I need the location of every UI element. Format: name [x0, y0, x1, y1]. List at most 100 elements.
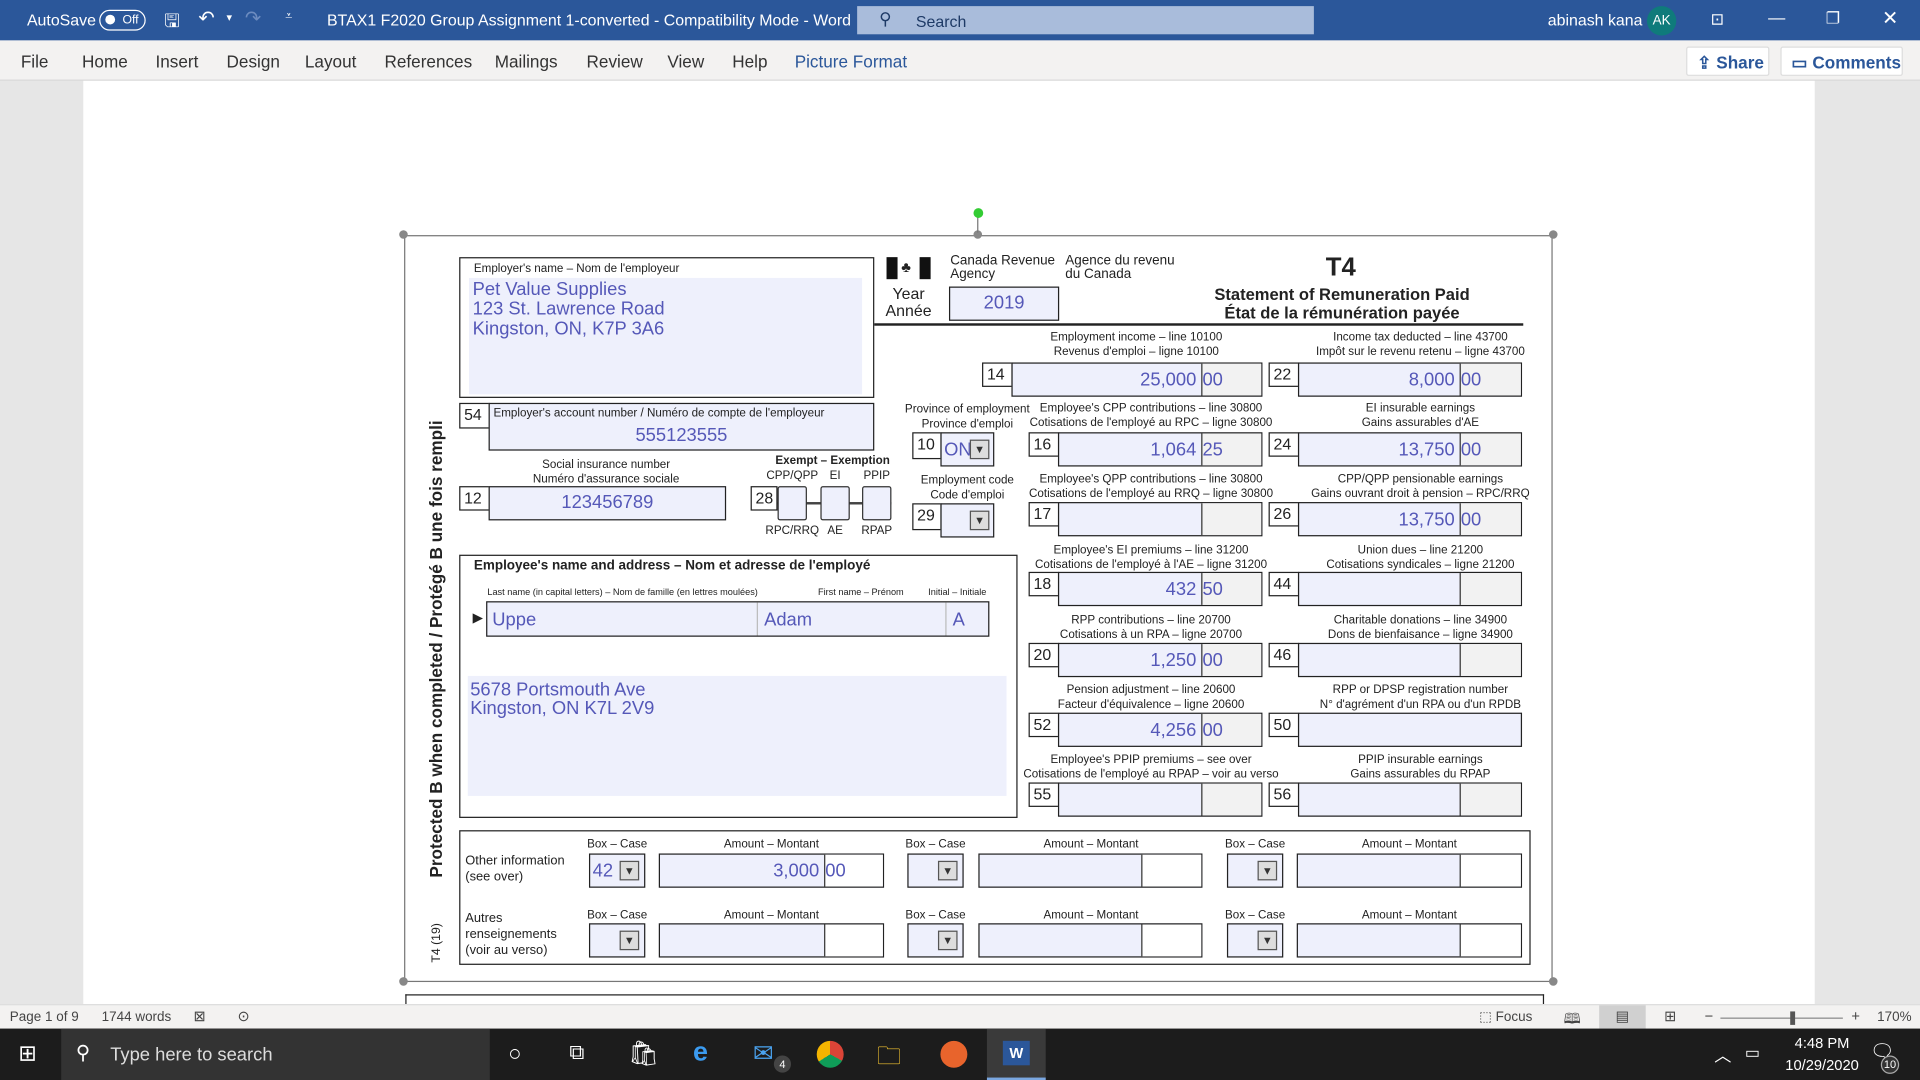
box-56-field[interactable] — [1297, 782, 1523, 817]
save-icon[interactable]: 🖫 — [164, 9, 180, 40]
zoom-slider-thumb[interactable] — [1790, 1011, 1796, 1025]
exempt-cpp-checkbox[interactable] — [777, 486, 807, 521]
box-52-field[interactable]: 4,256 00 — [1057, 712, 1263, 747]
windows-start-icon[interactable]: ⊞ — [18, 1041, 36, 1067]
box-22-field[interactable]: 8,000 00 — [1297, 362, 1523, 397]
focus-button[interactable]: ⬚ Focus — [1479, 1009, 1532, 1025]
chevron-down-icon[interactable]: ▼ — [1257, 860, 1278, 881]
chrome-icon[interactable] — [816, 1040, 844, 1068]
print-layout-icon[interactable]: ▤ — [1599, 1005, 1646, 1029]
resize-handle[interactable] — [399, 230, 408, 239]
other-amount-field[interactable] — [978, 923, 1203, 958]
chevron-down-icon[interactable]: ▼ — [969, 439, 990, 460]
resize-handle[interactable] — [1548, 230, 1558, 239]
chevron-down-icon[interactable]: ▼ — [1257, 930, 1278, 951]
box-50-field[interactable] — [1297, 712, 1523, 747]
box-26-field[interactable]: 13,750 00 — [1297, 502, 1523, 537]
avatar[interactable]: AK — [1646, 6, 1677, 36]
province-select[interactable]: ON ▼ — [940, 432, 995, 467]
box-44-field[interactable] — [1297, 571, 1523, 607]
other-amount-field[interactable] — [1296, 853, 1523, 888]
chevron-down-icon[interactable]: ▼ — [937, 930, 958, 951]
other-amount-field[interactable] — [978, 853, 1203, 888]
ribbon-display-icon[interactable]: ⊡ — [1711, 10, 1724, 30]
tab-home[interactable]: Home — [82, 51, 128, 71]
employee-name-field[interactable]: Uppe Adam A — [486, 601, 990, 637]
store-icon[interactable]: 🛍 — [628, 1038, 659, 1069]
battery-icon[interactable]: ▭ — [1745, 1043, 1760, 1063]
box-24-field[interactable]: 13,750 00 — [1297, 432, 1523, 467]
rotate-handle[interactable] — [973, 208, 984, 218]
page-count[interactable]: Page 1 of 9 — [10, 1010, 79, 1025]
tab-references[interactable]: References — [384, 51, 472, 71]
chevron-down-icon[interactable]: ▼ — [937, 860, 958, 881]
other-amount-field[interactable] — [1296, 923, 1523, 958]
exempt-ei-checkbox[interactable] — [820, 486, 850, 521]
chevron-down-icon[interactable]: ▼ — [969, 510, 990, 531]
box-17-field[interactable] — [1057, 502, 1263, 537]
resize-handle[interactable] — [1548, 977, 1558, 986]
tab-help[interactable]: Help — [732, 51, 767, 71]
other-box-select[interactable]: 42 ▼ — [588, 853, 646, 888]
zoom-slider[interactable] — [1720, 1017, 1843, 1019]
zoom-in-button[interactable]: + — [1851, 1008, 1860, 1025]
macro-record-icon[interactable]: ⊙ — [238, 1008, 250, 1025]
box-18-field[interactable]: 432 50 — [1057, 571, 1263, 607]
tab-view[interactable]: View — [667, 51, 704, 71]
web-layout-icon[interactable]: ⊞ — [1664, 1008, 1676, 1025]
other-amount-field[interactable]: 3,000 00 — [658, 853, 885, 888]
file-explorer-icon[interactable]: 🗀 — [877, 1038, 901, 1080]
minimize-icon[interactable]: — — [1768, 7, 1785, 27]
close-icon[interactable]: ✕ — [1882, 6, 1898, 30]
box-14-field[interactable]: 25,000 00 — [1011, 362, 1263, 397]
box-55-field[interactable] — [1057, 782, 1263, 817]
search-box[interactable]: ⚲ Search — [857, 6, 1314, 35]
restore-icon[interactable]: ❐ — [1826, 9, 1840, 29]
edge-icon[interactable]: e — [693, 1036, 708, 1068]
user-name[interactable]: abinash kana — [1548, 11, 1643, 29]
other-box-select[interactable]: ▼ — [588, 923, 646, 958]
tab-picture-format[interactable]: Picture Format — [795, 51, 907, 71]
clock-date[interactable]: 10/29/2020 — [1773, 1057, 1871, 1074]
tab-design[interactable]: Design — [227, 51, 280, 71]
comments-button[interactable]: ▭ Comments — [1780, 46, 1903, 76]
exempt-ppip-checkbox[interactable] — [862, 486, 892, 521]
tab-review[interactable]: Review — [587, 51, 643, 71]
app-icon[interactable] — [940, 1040, 968, 1068]
other-box-select[interactable]: ▼ — [1226, 853, 1284, 888]
tab-layout[interactable]: Layout — [305, 51, 356, 71]
word-taskbar-button[interactable]: W — [986, 1028, 1046, 1080]
undo-dropdown-icon[interactable]: ▾ — [227, 11, 233, 24]
mail-icon[interactable]: ✉ — [753, 1038, 774, 1069]
clock-time[interactable]: 4:48 PM — [1773, 1035, 1871, 1052]
box-20-field[interactable]: 1,250 00 — [1057, 642, 1263, 678]
undo-icon[interactable]: ↶ — [198, 6, 214, 30]
zoom-out-button[interactable]: − — [1704, 1008, 1713, 1025]
other-box-select[interactable]: ▼ — [1226, 923, 1284, 958]
show-hidden-icons[interactable]: ︿ — [1714, 1043, 1731, 1067]
other-amount-field[interactable] — [658, 923, 885, 958]
chevron-down-icon[interactable]: ▼ — [619, 930, 640, 951]
task-view-icon[interactable]: ⧉ — [569, 1041, 584, 1065]
other-box-select[interactable]: ▼ — [907, 923, 964, 958]
other-box-select[interactable]: ▼ — [907, 853, 964, 888]
cortana-icon[interactable]: ○ — [508, 1041, 521, 1067]
employee-address-field[interactable]: 5678 Portsmouth Ave Kingston, ON K7L 2V9 — [467, 675, 1007, 796]
taskbar-search-box[interactable]: ⚲ Type here to search — [61, 1028, 490, 1080]
tab-insert[interactable]: Insert — [156, 51, 199, 71]
proofing-icon[interactable]: ⊠ — [193, 1008, 205, 1025]
chevron-down-icon[interactable]: ▼ — [619, 860, 640, 881]
tab-file[interactable]: File — [21, 51, 49, 71]
resize-handle[interactable] — [399, 977, 408, 986]
zoom-level[interactable]: 170% — [1877, 1010, 1911, 1025]
year-field[interactable]: 2019 — [948, 286, 1060, 321]
box-16-field[interactable]: 1,064 25 — [1057, 432, 1263, 467]
customize-toolbar-icon[interactable]: ⩡ — [285, 10, 292, 23]
employment-code-select[interactable]: ▼ — [940, 503, 995, 538]
tab-mailings[interactable]: Mailings — [495, 51, 558, 71]
autosave-toggle[interactable]: Off — [99, 9, 146, 31]
box-46-field[interactable] — [1297, 642, 1523, 678]
word-count[interactable]: 1744 words — [102, 1010, 172, 1025]
redo-icon[interactable]: ↷ — [245, 6, 261, 30]
share-button[interactable]: ⇪ Share — [1686, 46, 1770, 76]
